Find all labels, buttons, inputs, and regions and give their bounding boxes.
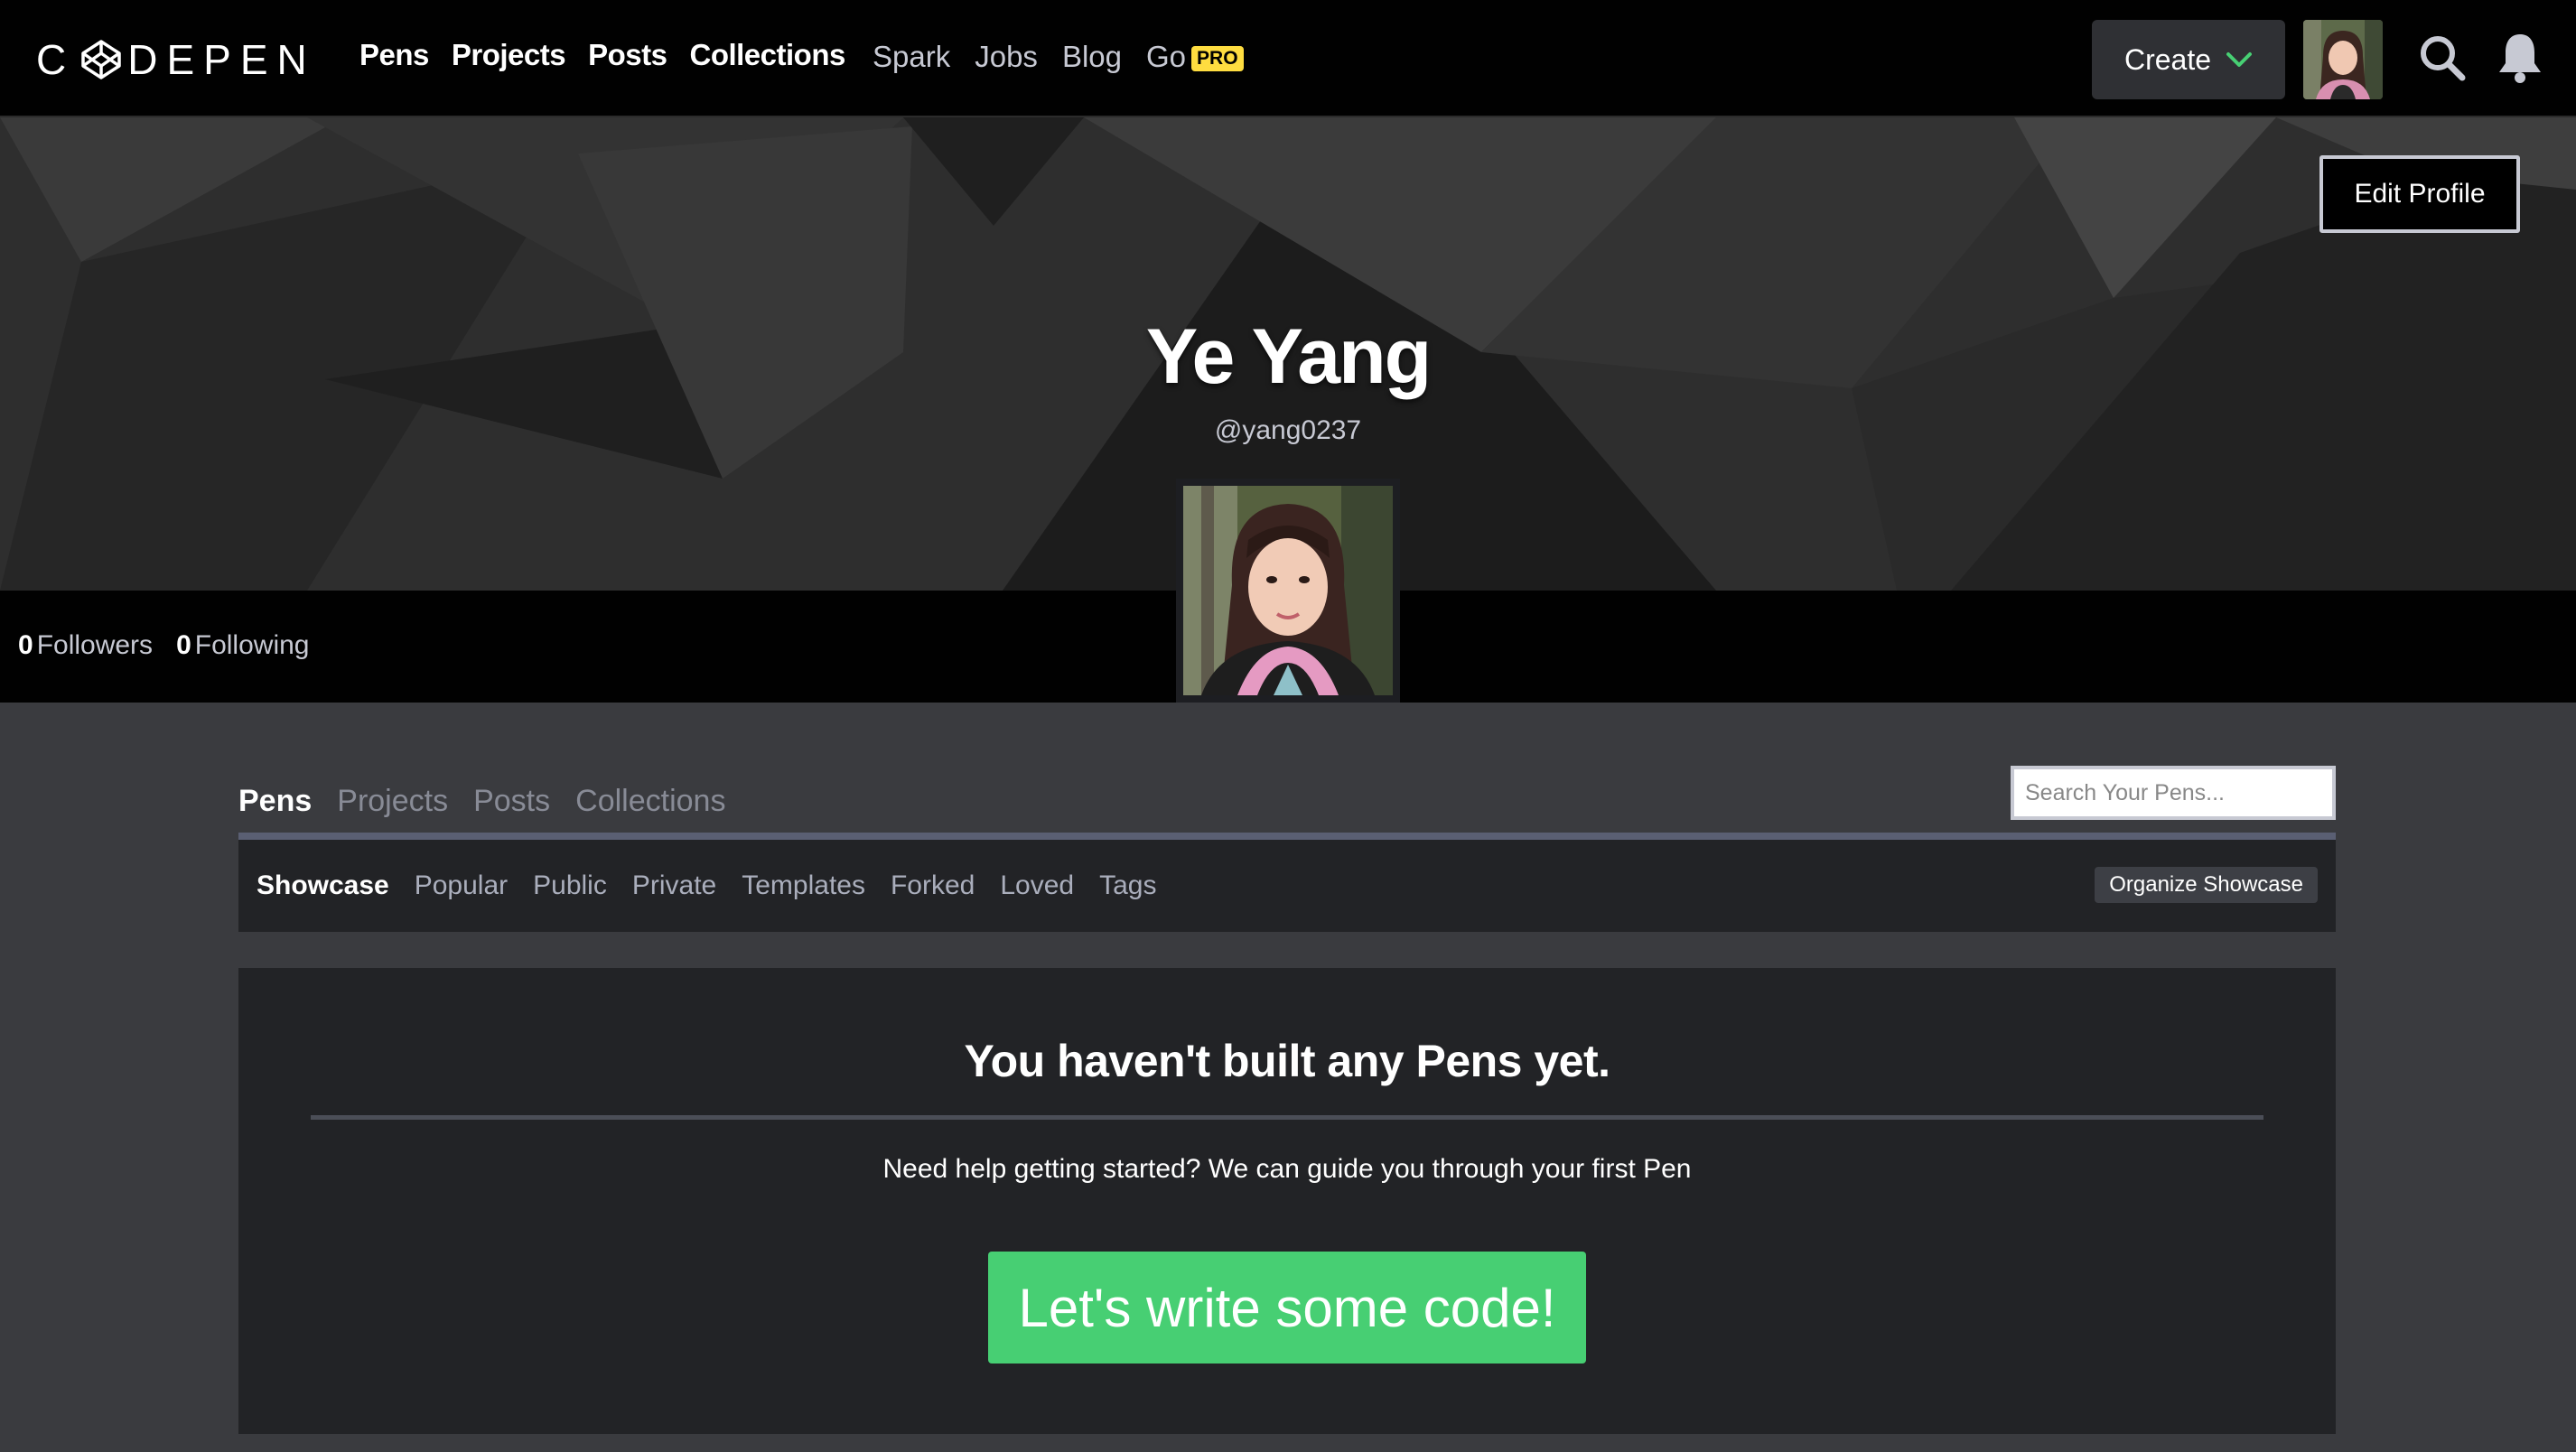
top-navigation: C DEPEN Pens Projects Posts Collections …	[0, 0, 2576, 117]
nav-go-pro-link[interactable]: Go PRO	[1146, 40, 1244, 74]
nav-collections-link[interactable]: Collections	[689, 38, 845, 72]
write-code-button[interactable]: Let's write some code!	[988, 1252, 1586, 1364]
search-pens-input[interactable]	[2011, 766, 2336, 820]
secondary-nav: Spark Jobs Blog Go PRO	[873, 40, 1244, 74]
following-count: 0	[176, 630, 191, 660]
pro-badge: PRO	[1191, 46, 1244, 71]
avatar-photo-icon	[2303, 20, 2383, 99]
logo-letter-c: C	[36, 36, 76, 83]
filter-popular[interactable]: Popular	[415, 870, 508, 901]
tabs-divider	[238, 833, 2336, 840]
create-label: Create	[2123, 42, 2212, 76]
tab-posts[interactable]: Posts	[473, 784, 550, 819]
organize-showcase-button[interactable]: Organize Showcase	[2095, 867, 2318, 903]
nav-jobs-link[interactable]: Jobs	[975, 40, 1038, 74]
nav-projects-link[interactable]: Projects	[452, 38, 566, 72]
search-icon[interactable]	[2417, 33, 2468, 83]
empty-state-panel: You haven't built any Pens yet. Need hel…	[238, 968, 2336, 1434]
profile-tabs: Pens Projects Posts Collections	[238, 784, 725, 819]
nav-blog-link[interactable]: Blog	[1062, 40, 1122, 74]
empty-state-title: You haven't built any Pens yet.	[964, 1036, 1610, 1086]
tab-pens[interactable]: Pens	[238, 784, 312, 819]
pens-filter-bar: Showcase Popular Public Private Template…	[238, 840, 2336, 932]
filter-forked[interactable]: Forked	[891, 870, 975, 901]
filter-private[interactable]: Private	[632, 870, 716, 901]
empty-state-help-text: Need help getting started? We can guide …	[882, 1154, 1692, 1184]
profile-photo-icon	[1183, 486, 1393, 695]
profile-avatar	[1176, 479, 1400, 703]
tab-collections[interactable]: Collections	[575, 784, 725, 819]
chevron-down-icon	[2226, 52, 2253, 67]
codepen-logo[interactable]: C DEPEN	[36, 36, 316, 83]
tab-projects[interactable]: Projects	[337, 784, 448, 819]
create-button[interactable]: Create	[2092, 20, 2285, 99]
nav-pens-link[interactable]: Pens	[359, 38, 429, 72]
profile-name: Ye Yang	[1145, 313, 1432, 400]
edit-profile-button[interactable]: Edit Profile	[2319, 155, 2520, 233]
following-label: Following	[194, 630, 310, 660]
bell-icon[interactable]	[2495, 31, 2545, 85]
profile-handle[interactable]: @yang0237	[0, 415, 2576, 446]
followers-count: 0	[18, 630, 33, 660]
user-avatar-menu[interactable]	[2303, 20, 2383, 99]
filter-tags[interactable]: Tags	[1099, 870, 1156, 901]
nav-go-label: Go	[1146, 40, 1187, 73]
filter-loved[interactable]: Loved	[1000, 870, 1074, 901]
following-link[interactable]: 0 Following	[176, 630, 309, 661]
primary-nav: Pens Projects Posts Collections	[359, 38, 845, 72]
filter-public[interactable]: Public	[533, 870, 607, 901]
filter-templates[interactable]: Templates	[742, 870, 865, 901]
followers-label: Followers	[36, 630, 154, 660]
nav-posts-link[interactable]: Posts	[588, 38, 667, 72]
followers-link[interactable]: 0 Followers	[18, 630, 153, 661]
empty-state-divider	[311, 1115, 2263, 1120]
logo-letters-depen: DEPEN	[127, 36, 316, 83]
nav-spark-link[interactable]: Spark	[873, 40, 950, 74]
codepen-cube-icon	[81, 40, 121, 79]
follow-stats: 0 Followers 0 Following	[18, 630, 309, 661]
pens-filters: Showcase Popular Public Private Template…	[257, 870, 1156, 901]
filter-showcase[interactable]: Showcase	[257, 870, 389, 901]
